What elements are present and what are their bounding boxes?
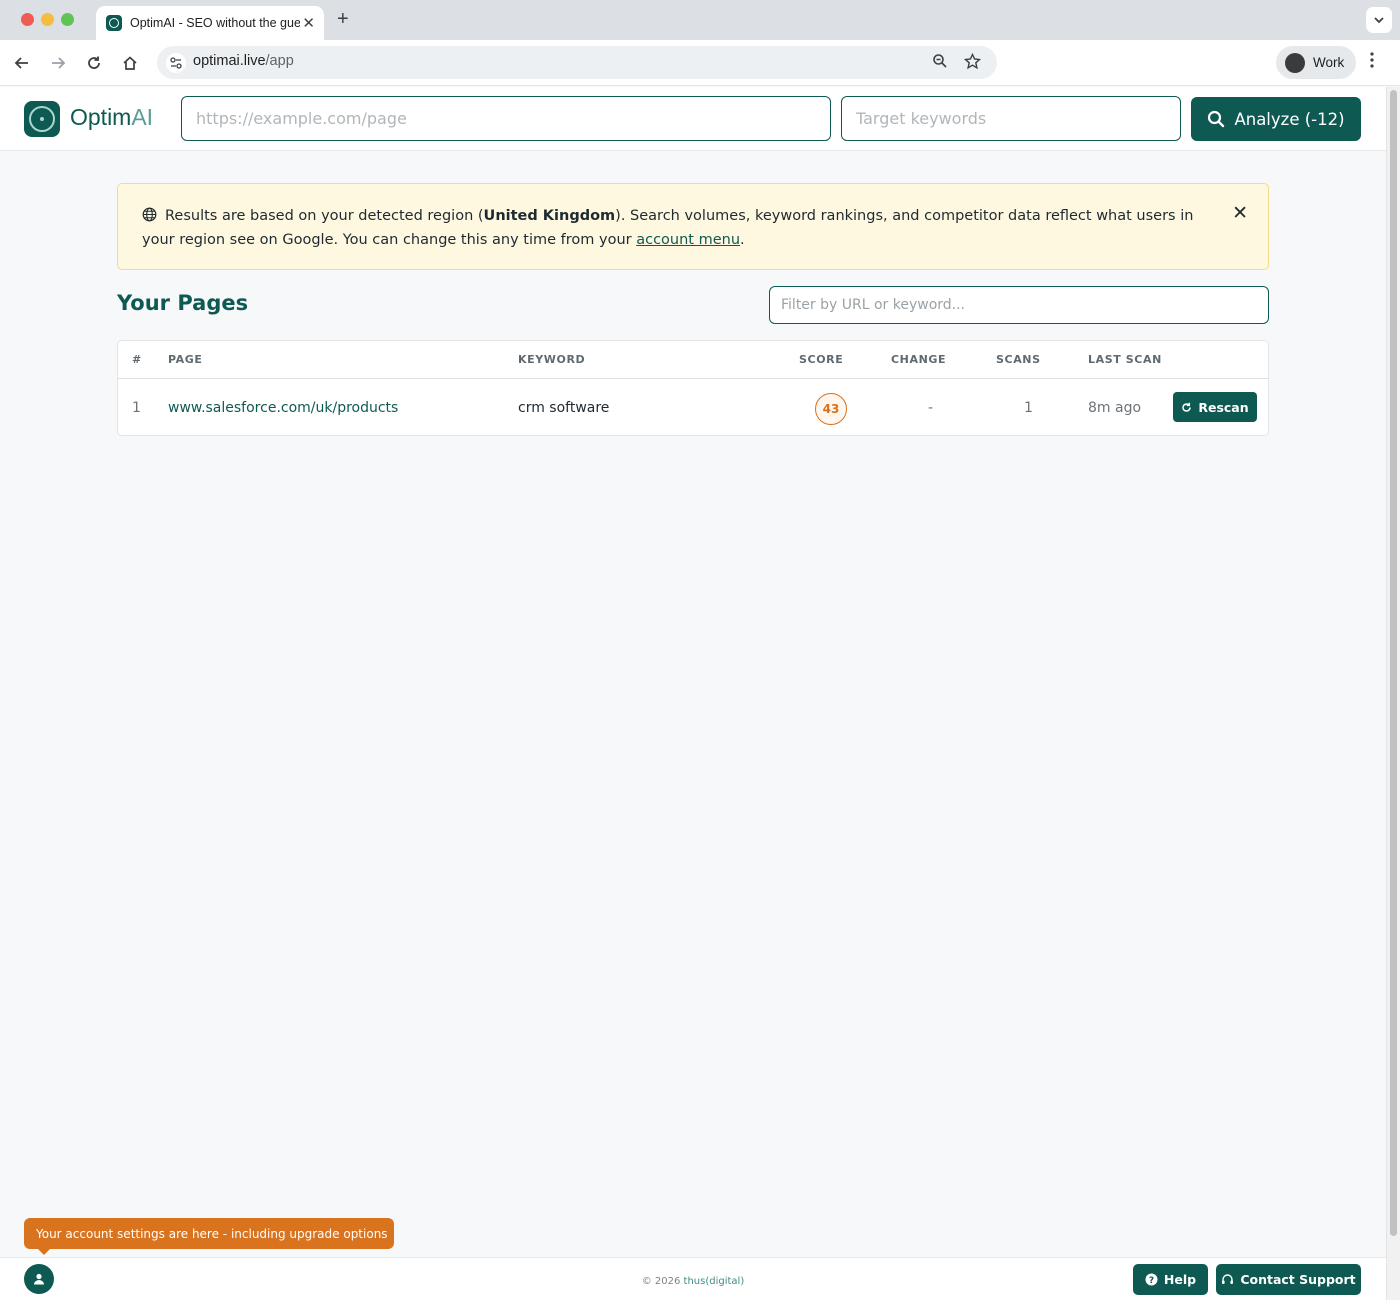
table-row[interactable]: 1 www.salesforce.com/uk/products crm sof… <box>118 379 1268 437</box>
notice-region: United Kingdom <box>483 208 616 224</box>
arrow-left-icon <box>14 57 28 69</box>
page-url-input[interactable] <box>181 96 831 141</box>
address-url: optimai.live/app <box>193 53 294 69</box>
reload-button[interactable] <box>83 52 105 74</box>
reload-icon <box>88 56 100 69</box>
column-header-page[interactable]: PAGE <box>168 353 203 366</box>
home-icon <box>123 56 137 70</box>
window-minimize-button[interactable] <box>41 13 54 26</box>
window-close-button[interactable] <box>21 13 34 26</box>
target-keywords-input[interactable] <box>841 96 1181 141</box>
account-settings-tooltip: Your account settings are here - includi… <box>24 1218 394 1255</box>
help-button[interactable]: ? Help <box>1133 1264 1208 1295</box>
notice-close-icon[interactable]: ✕ <box>1232 202 1248 224</box>
column-header-keyword[interactable]: KEYWORD <box>518 353 585 366</box>
chevron-down-icon <box>1374 17 1384 24</box>
copyright-brand-link[interactable]: thus(digital) <box>684 1276 745 1287</box>
row-change: - <box>928 400 934 416</box>
tab-search-button[interactable] <box>1366 7 1392 33</box>
row-scans: 1 <box>1024 400 1033 416</box>
page-url-link[interactable]: www.salesforce.com/uk/products <box>168 400 398 416</box>
app-header: OptimAI Analyze (-12) <box>0 87 1386 151</box>
notice-text-before: Results are based on your detected regio… <box>165 208 484 224</box>
scrollbar-thumb[interactable] <box>1390 90 1397 1236</box>
filter-input[interactable] <box>769 286 1269 324</box>
logo-text[interactable]: OptimAI <box>70 104 153 131</box>
analyze-button[interactable]: Analyze (-12) <box>1191 97 1361 141</box>
app-footer: © 2026 thus(digital) ? Help Contact Supp… <box>0 1257 1386 1300</box>
headset-icon <box>1222 1274 1234 1284</box>
url-path: /app <box>265 53 294 69</box>
column-header-score[interactable]: SCORE <box>799 353 843 366</box>
help-icon: ? <box>1145 1273 1158 1286</box>
tab-title: OptimAI - SEO without the guesswork <box>130 16 300 30</box>
browser-tab-bar: OptimAI - SEO without the guesswork ✕ + <box>0 0 1400 40</box>
browser-menu-icon[interactable] <box>1370 52 1374 72</box>
bookmark-star-icon[interactable] <box>963 52 982 74</box>
globe-icon <box>142 207 159 229</box>
zoom-icon[interactable] <box>932 53 948 73</box>
browser-tab[interactable]: OptimAI - SEO without the guesswork ✕ <box>96 6 324 40</box>
address-bar[interactable]: optimai.live/app <box>157 46 997 79</box>
analyze-label: Analyze (-12) <box>1234 109 1345 129</box>
tab-close-icon[interactable]: ✕ <box>302 14 315 32</box>
home-button[interactable] <box>119 52 141 74</box>
rescan-button[interactable]: Rescan <box>1173 392 1257 422</box>
column-header-scans[interactable]: SCANS <box>996 353 1041 366</box>
logo-accent: AI <box>131 104 154 130</box>
table-header: # PAGE KEYWORD SCORE CHANGE SCANS LAST S… <box>118 341 1268 379</box>
contact-support-label: Contact Support <box>1240 1272 1356 1287</box>
optimai-logo-icon[interactable] <box>24 101 60 137</box>
tooltip-text: Your account settings are here - includi… <box>36 1226 388 1241</box>
notice-text-end: . <box>740 232 745 248</box>
page-title: Your Pages <box>117 291 249 315</box>
tooltip-arrow <box>37 1248 51 1255</box>
avatar <box>1285 52 1305 73</box>
new-tab-button[interactable]: + <box>337 8 349 31</box>
forward-button[interactable] <box>47 52 69 74</box>
column-header-number: # <box>132 353 142 366</box>
row-last-scan: 8m ago <box>1088 400 1142 416</box>
row-number: 1 <box>132 400 141 416</box>
account-menu-link[interactable]: account menu <box>636 232 740 248</box>
url-host: optimai.live <box>193 53 266 69</box>
contact-support-button[interactable]: Contact Support <box>1216 1264 1361 1295</box>
column-header-last-scan[interactable]: LAST SCAN <box>1088 353 1162 366</box>
page-scrollbar[interactable] <box>1386 87 1400 1300</box>
arrow-right-icon <box>52 57 66 69</box>
region-notice: Results are based on your detected regio… <box>117 183 1269 270</box>
back-button[interactable] <box>11 52 33 74</box>
copyright-prefix: © 2026 <box>641 1276 684 1287</box>
score-badge: 43 <box>815 393 847 425</box>
help-label: Help <box>1163 1272 1197 1287</box>
row-keyword: crm software <box>518 400 610 416</box>
optimai-favicon-icon <box>106 15 122 31</box>
browser-toolbar: optimai.live/app 1 <box>0 40 1400 116</box>
svg-text:?: ? <box>1149 1276 1154 1286</box>
window-maximize-button[interactable] <box>61 13 74 26</box>
column-header-change[interactable]: CHANGE <box>891 353 946 366</box>
rescan-label: Rescan <box>1198 399 1249 415</box>
logo-main: Optim <box>70 104 132 130</box>
profile-button[interactable]: Work <box>1276 46 1356 79</box>
profile-label: Work <box>1313 55 1345 70</box>
pages-table: # PAGE KEYWORD SCORE CHANGE SCANS LAST S… <box>117 340 1269 436</box>
search-icon <box>1208 110 1225 128</box>
refresh-icon <box>1182 402 1192 412</box>
site-info-icon[interactable] <box>166 53 186 73</box>
